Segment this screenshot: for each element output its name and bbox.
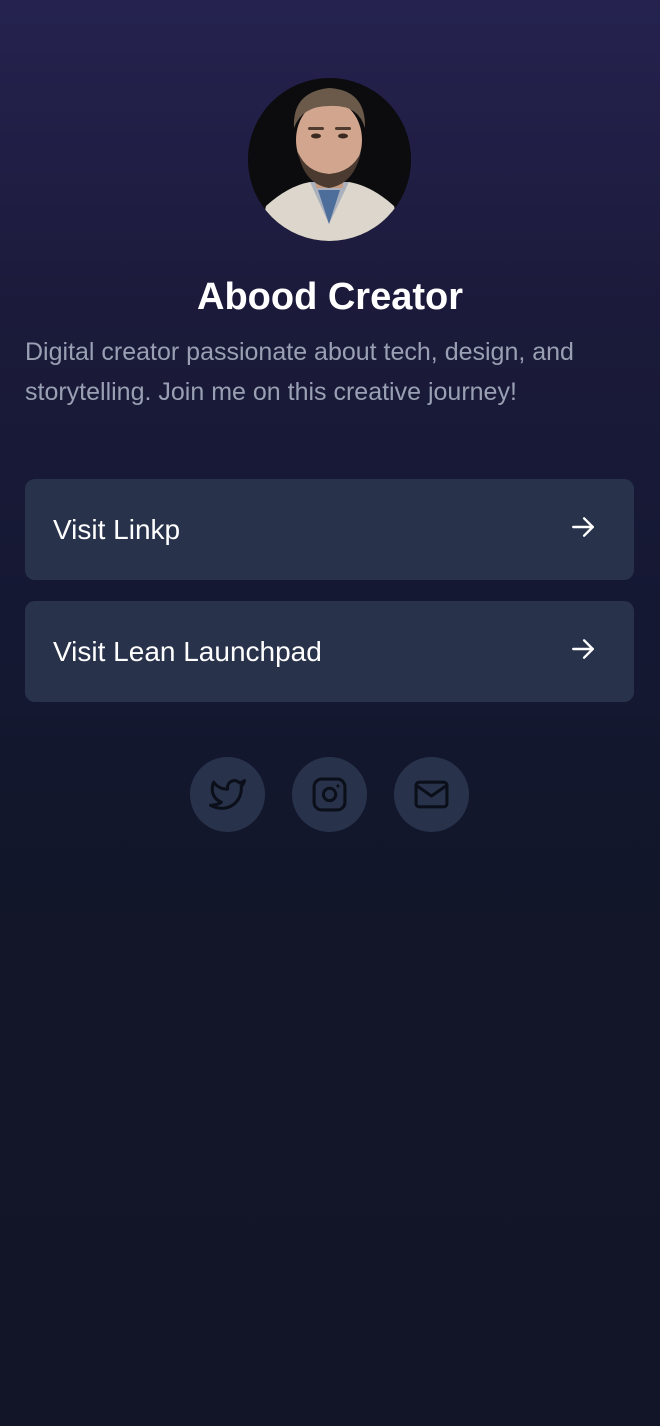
- profile-avatar: [248, 78, 411, 241]
- link-button-linkp[interactable]: Visit Linkp: [25, 479, 634, 580]
- profile-name: Abood Creator: [197, 276, 463, 318]
- instagram-icon: [312, 777, 347, 812]
- arrow-right-icon: [572, 517, 594, 537]
- mail-button[interactable]: [394, 757, 469, 832]
- instagram-button[interactable]: [292, 757, 367, 832]
- link-button-lean-launchpad[interactable]: Visit Lean Launchpad: [25, 601, 634, 702]
- mail-icon: [414, 780, 449, 809]
- link-button-label: Visit Linkp: [53, 514, 181, 545]
- link-button-label: Visit Lean Launchpad: [53, 636, 322, 667]
- arrow-right-icon: [572, 639, 594, 659]
- twitter-icon: [209, 779, 246, 810]
- profile-bio: Digital creator passionate about tech, d…: [25, 338, 574, 406]
- twitter-button[interactable]: [190, 757, 265, 832]
